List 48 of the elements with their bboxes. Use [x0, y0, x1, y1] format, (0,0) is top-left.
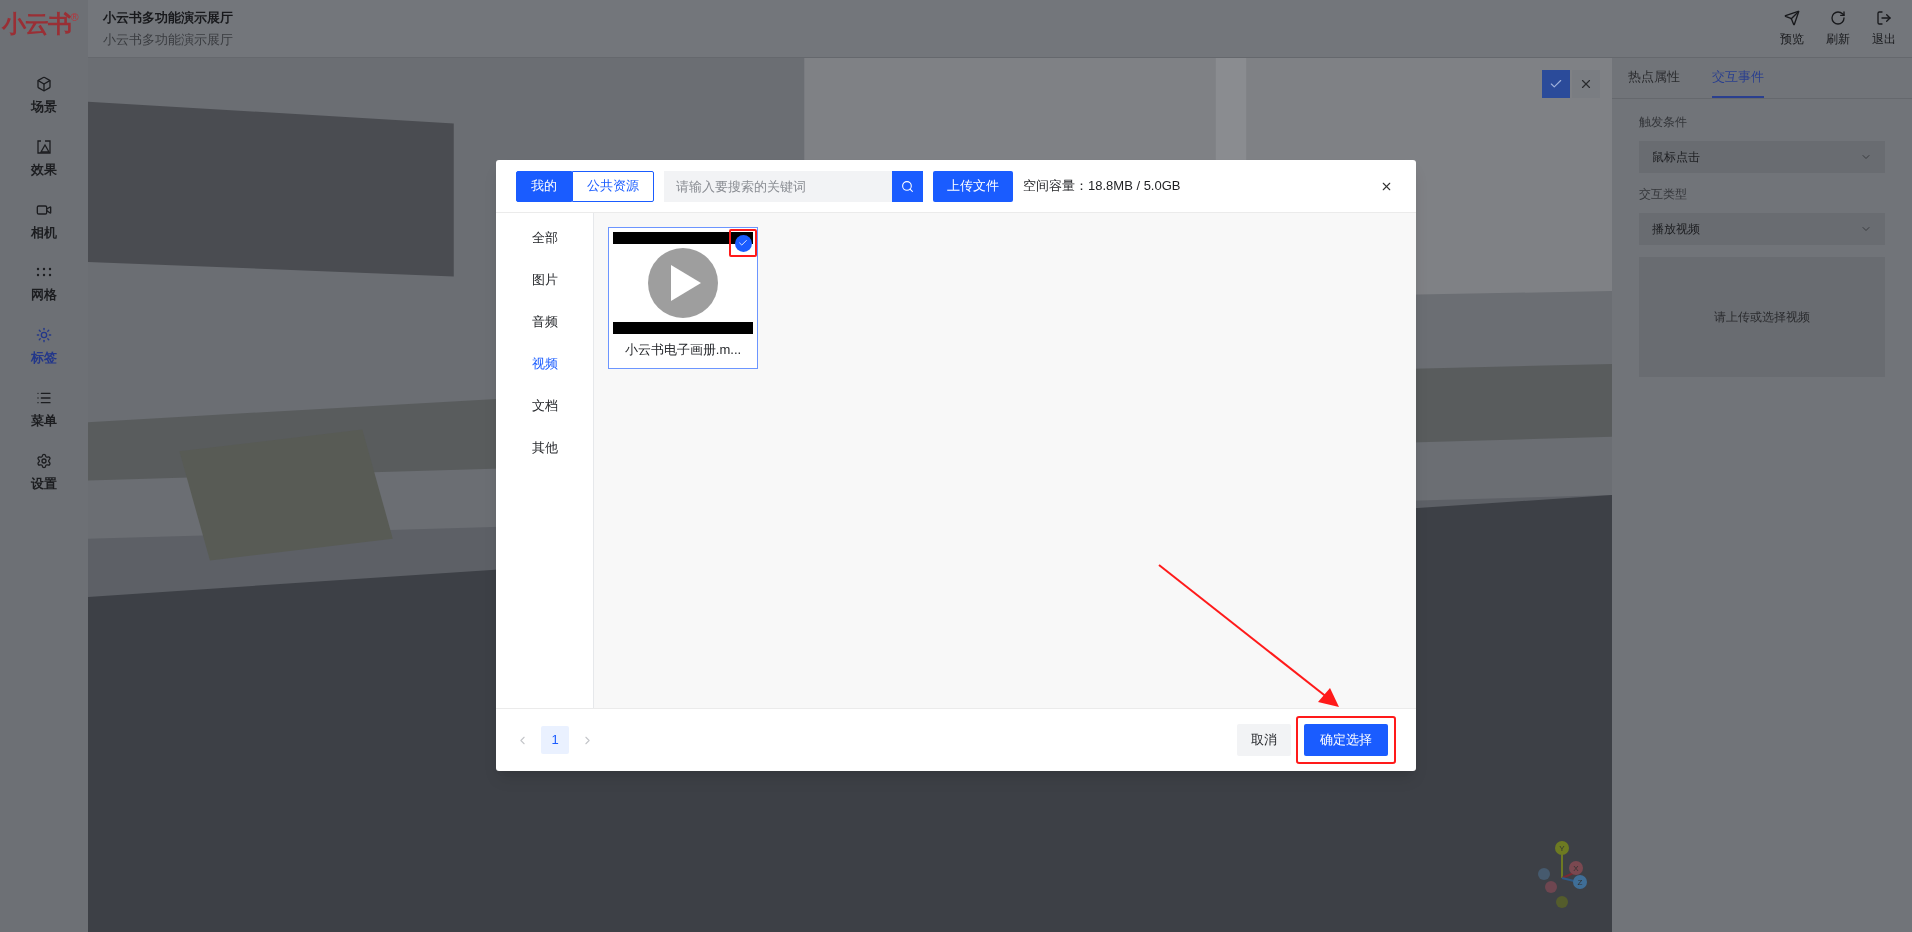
header-action[interactable]: 刷新 — [1822, 9, 1854, 48]
cube-icon — [36, 76, 52, 92]
close-icon — [1579, 77, 1593, 91]
sidebar-item[interactable]: 菜单 — [14, 389, 74, 431]
confirm-selection-button[interactable]: 确定选择 — [1304, 724, 1388, 756]
video-file-card[interactable]: 小云书电子画册.m... — [608, 227, 758, 369]
source-tab[interactable]: 我的 — [516, 170, 572, 202]
header-action[interactable]: 退出 — [1868, 9, 1900, 48]
panel-tab[interactable]: 交互事件 — [1712, 58, 1764, 98]
settings-icon — [36, 452, 52, 469]
refresh-icon — [1830, 9, 1846, 26]
send-icon — [1784, 9, 1800, 26]
file-name: 小云书电子画册.m... — [623, 341, 743, 359]
sidebar-item[interactable]: 相机 — [14, 201, 74, 243]
project-title: 小云书多功能演示展厅 — [103, 8, 233, 27]
effect-icon — [36, 138, 52, 155]
sidebar-item[interactable]: 场景 — [14, 76, 74, 117]
exit-icon — [1876, 9, 1892, 26]
field-label: 触发条件 — [1639, 114, 1688, 131]
close-icon-button[interactable] — [1572, 70, 1600, 98]
upload-button[interactable]: 上传文件 — [933, 170, 1013, 202]
tag-icon — [36, 327, 52, 343]
logo: 小云书 — [2, 12, 71, 36]
sidebar-item[interactable]: 网格 — [14, 264, 74, 305]
select-field[interactable]: 播放视频 — [1639, 213, 1885, 245]
category-item[interactable]: 其他 — [531, 436, 558, 460]
search-button[interactable] — [892, 170, 923, 202]
source-tab[interactable]: 公共资源 — [572, 170, 654, 202]
header-action[interactable]: 预览 — [1776, 9, 1808, 48]
panel-tab[interactable]: 热点属性 — [1628, 58, 1680, 98]
sidebar-item[interactable]: 设置 — [14, 452, 74, 494]
sidebar-item[interactable]: 标签 — [14, 327, 74, 368]
sidebar-item[interactable]: 效果 — [14, 138, 74, 180]
registered-mark: ® — [70, 12, 79, 23]
search-icon — [901, 179, 914, 193]
category-item[interactable]: 音频 — [531, 310, 558, 334]
storage-capacity: 空间容量：18.8MB / 5.0GB — [1023, 177, 1181, 196]
confirm-icon-button[interactable] — [1542, 70, 1570, 98]
select-field[interactable]: 鼠标点击 — [1639, 141, 1885, 173]
page-number[interactable]: 1 — [541, 726, 569, 754]
category-item[interactable]: 视频 — [531, 352, 558, 376]
category-item[interactable]: 图片 — [531, 268, 558, 292]
field-label: 交互类型 — [1639, 186, 1688, 203]
category-item[interactable]: 全部 — [531, 226, 558, 250]
category-item[interactable]: 文档 — [531, 394, 558, 418]
check-icon — [1549, 77, 1563, 91]
cancel-button[interactable]: 取消 — [1237, 724, 1291, 756]
search-field[interactable]: 请输入要搜索的关键词 — [664, 170, 892, 202]
